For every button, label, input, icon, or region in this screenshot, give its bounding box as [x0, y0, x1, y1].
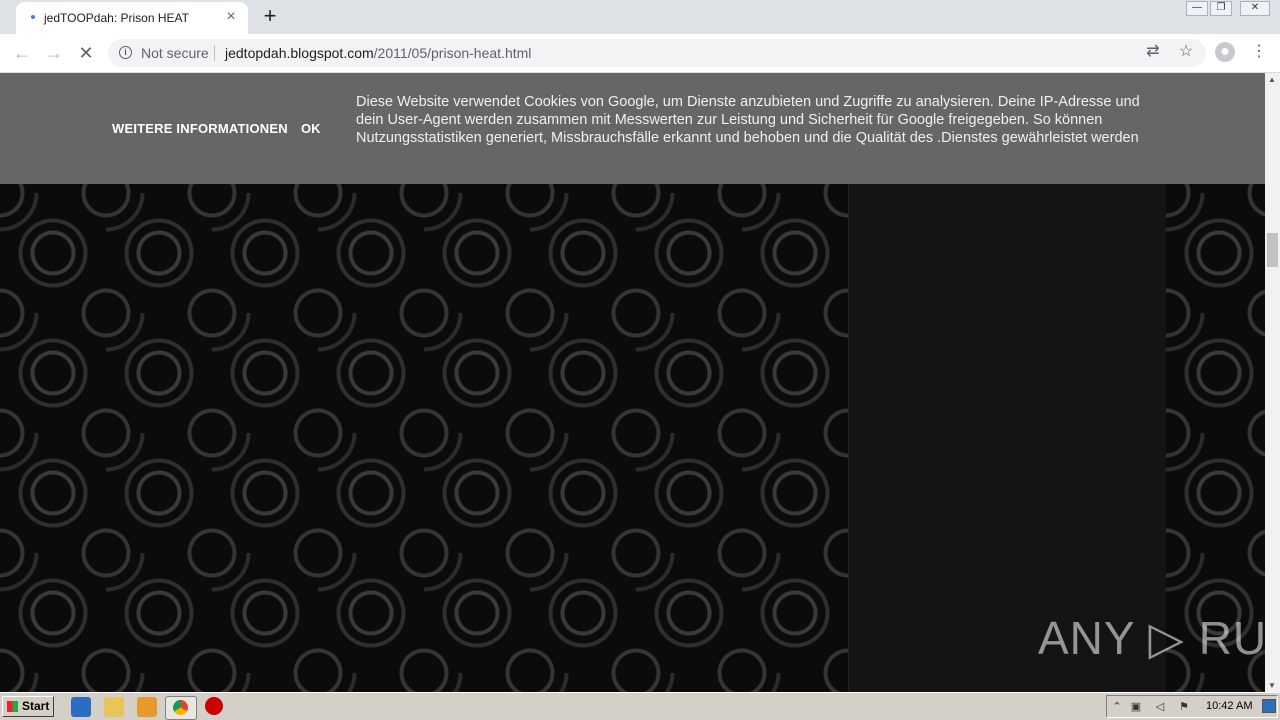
info-icon[interactable]: i	[119, 46, 132, 59]
translate-icon[interactable]: ⇄	[1143, 42, 1163, 62]
address-bar[interactable]: i Not secure jedtopdah.blogspot.com/2011…	[108, 39, 1206, 67]
opera-icon[interactable]	[205, 697, 223, 715]
tab-close-button[interactable]: ×	[222, 8, 240, 26]
start-label: Start	[22, 699, 50, 713]
cookie-message: Diese Website verwendet Cookies von Goog…	[356, 94, 1140, 146]
tab-title: jedTOOPdah: Prison HEAT	[44, 11, 189, 25]
scroll-down-icon[interactable]: ▼	[1268, 681, 1276, 690]
browser-toolbar: ← → ✕ i Not secure jedtopdah.blogspot.co…	[0, 34, 1280, 73]
url-domain: jedtopdah.blogspot.com	[225, 45, 374, 61]
windows-taskbar: Start ⌃ ▣ ◁ ⚑ 10:42 AM	[0, 692, 1280, 720]
url-path: /2011/05/prison-heat.html	[373, 45, 532, 61]
loading-favicon-icon	[31, 15, 35, 19]
close-window-button[interactable]: ✕	[1240, 1, 1270, 16]
media-player-icon[interactable]	[137, 697, 157, 717]
more-info-link[interactable]: WEITERE INFORMATIONEN	[112, 121, 288, 136]
cookie-consent-bar: WEITERE INFORMATIONEN OK Diese Website v…	[0, 73, 1265, 184]
tray-expand-icon[interactable]: ⌃	[1110, 700, 1124, 714]
chrome-icon	[173, 700, 188, 715]
windows-logo-icon	[7, 701, 18, 712]
vertical-scrollbar[interactable]: ▲ ▼	[1265, 73, 1280, 692]
clock[interactable]: 10:42 AM	[1206, 700, 1252, 712]
title-bar: jedTOOPdah: Prison HEAT × + — ❐ ✕	[0, 0, 1280, 34]
back-button[interactable]: ←	[11, 42, 33, 64]
minimize-button[interactable]: —	[1186, 1, 1208, 16]
menu-dots-icon[interactable]: ⋮	[1249, 42, 1269, 62]
start-button[interactable]: Start	[2, 696, 54, 717]
page-content: WEITERE INFORMATIONEN OK Diese Website v…	[0, 73, 1265, 692]
system-tray: ⌃ ▣ ◁ ⚑ 10:42 AM	[1106, 695, 1278, 718]
anyrun-watermark: ANY ▷ RUN	[1038, 612, 1265, 664]
chrome-taskbar-button[interactable]	[165, 696, 197, 720]
url-text[interactable]: jedtopdah.blogspot.com/2011/05/prison-he…	[225, 45, 531, 61]
action-center-flag-icon[interactable]: ⚑	[1177, 700, 1191, 714]
browser-tab[interactable]: jedTOOPdah: Prison HEAT ×	[16, 2, 248, 34]
forward-button[interactable]: →	[43, 42, 65, 64]
stop-loading-icon[interactable]: ✕	[75, 42, 97, 64]
internet-explorer-icon[interactable]	[71, 697, 91, 717]
security-label[interactable]: Not secure	[141, 45, 209, 61]
new-tab-button[interactable]: +	[259, 5, 281, 28]
network-icon[interactable]: ▣	[1129, 700, 1143, 714]
divider	[214, 45, 215, 61]
ok-button[interactable]: OK	[301, 121, 321, 136]
scroll-up-icon[interactable]: ▲	[1268, 75, 1276, 84]
scrollbar-thumb[interactable]	[1267, 233, 1278, 267]
folder-icon[interactable]	[104, 697, 124, 717]
restore-button[interactable]: ❐	[1210, 1, 1232, 16]
show-desktop-icon[interactable]	[1262, 699, 1276, 713]
profile-avatar-icon[interactable]: ●	[1215, 42, 1235, 62]
bookmark-star-icon[interactable]: ☆	[1176, 42, 1196, 62]
volume-icon[interactable]: ◁	[1153, 700, 1167, 714]
